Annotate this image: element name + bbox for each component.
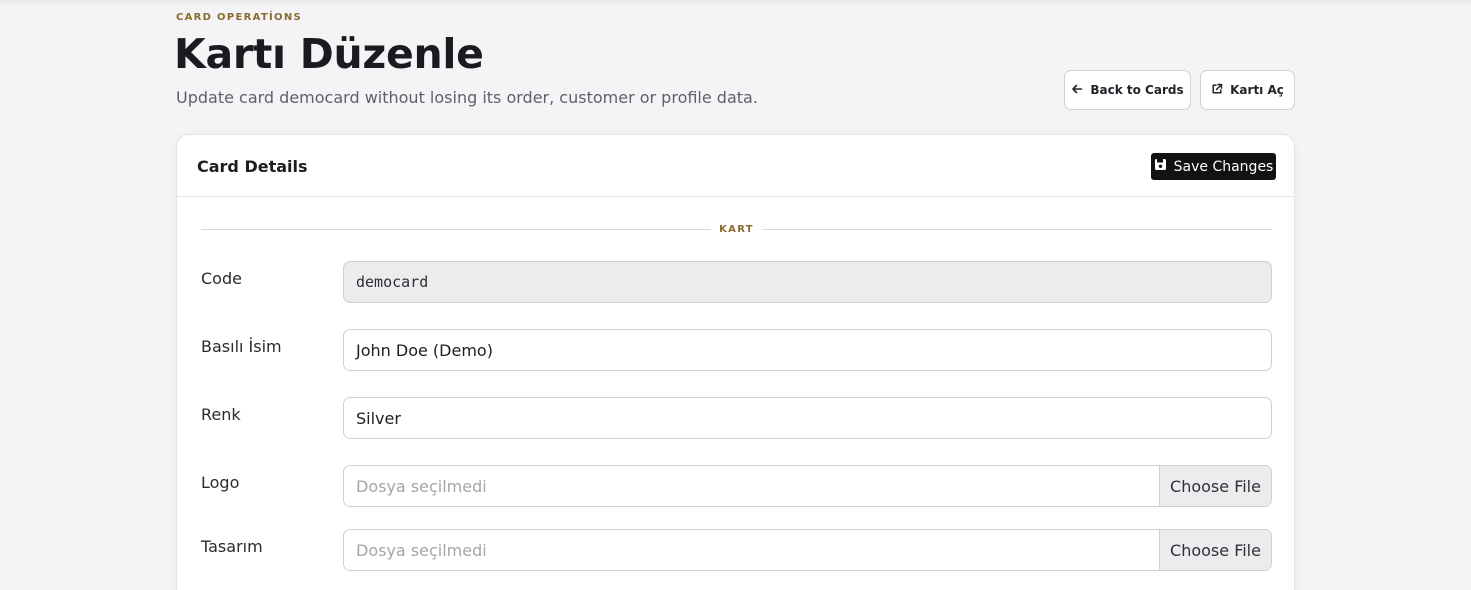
top-shadow [0, 0, 1471, 6]
design-choose-file-button[interactable]: Choose File [1159, 530, 1271, 570]
arrow-left-icon [1071, 83, 1083, 98]
logo-file-input[interactable]: Dosya seçilmedi Choose File [343, 465, 1272, 507]
page-eyebrow: CARD OPERATİONS [176, 12, 302, 23]
section-label: KART [719, 223, 754, 235]
open-card-button[interactable]: Kartı Aç [1200, 70, 1295, 110]
divider-line-left [201, 228, 712, 230]
printed-name-field[interactable]: John Doe (Demo) [343, 329, 1272, 371]
color-label: Renk [201, 405, 241, 424]
design-file-placeholder: Dosya seçilmedi [356, 540, 487, 560]
printed-name-value: John Doe (Demo) [356, 340, 493, 360]
divider-line-right [761, 228, 1273, 230]
open-card-label: Kartı Aç [1230, 83, 1284, 97]
save-changes-label: Save Changes [1173, 158, 1274, 175]
color-value: Silver [356, 408, 401, 428]
section-divider: KART [201, 219, 1273, 239]
logo-choose-file-button[interactable]: Choose File [1159, 466, 1271, 506]
page-subtitle: Update card democard without losing its … [176, 88, 758, 107]
code-field: democard [343, 261, 1272, 303]
printed-name-label: Basılı İsim [201, 337, 282, 356]
card-title: Card Details [197, 157, 308, 176]
card-details-panel: Card Details Save Changes KART Code demo… [176, 134, 1295, 590]
card-header: Card Details Save Changes [177, 135, 1294, 197]
logo-label: Logo [201, 473, 240, 492]
logo-file-placeholder: Dosya seçilmedi [356, 476, 487, 496]
save-changes-button[interactable]: Save Changes [1151, 153, 1276, 180]
color-field[interactable]: Silver [343, 397, 1272, 439]
design-file-input[interactable]: Dosya seçilmedi Choose File [343, 529, 1272, 571]
design-label: Tasarım [201, 537, 263, 556]
floppy-disk-icon [1154, 158, 1167, 175]
back-to-cards-button[interactable]: Back to Cards [1064, 70, 1191, 110]
external-link-icon [1211, 83, 1223, 98]
back-to-cards-label: Back to Cards [1090, 83, 1184, 97]
code-value: democard [356, 273, 429, 291]
page-title: Kartı Düzenle [174, 30, 484, 78]
code-label: Code [201, 269, 242, 288]
